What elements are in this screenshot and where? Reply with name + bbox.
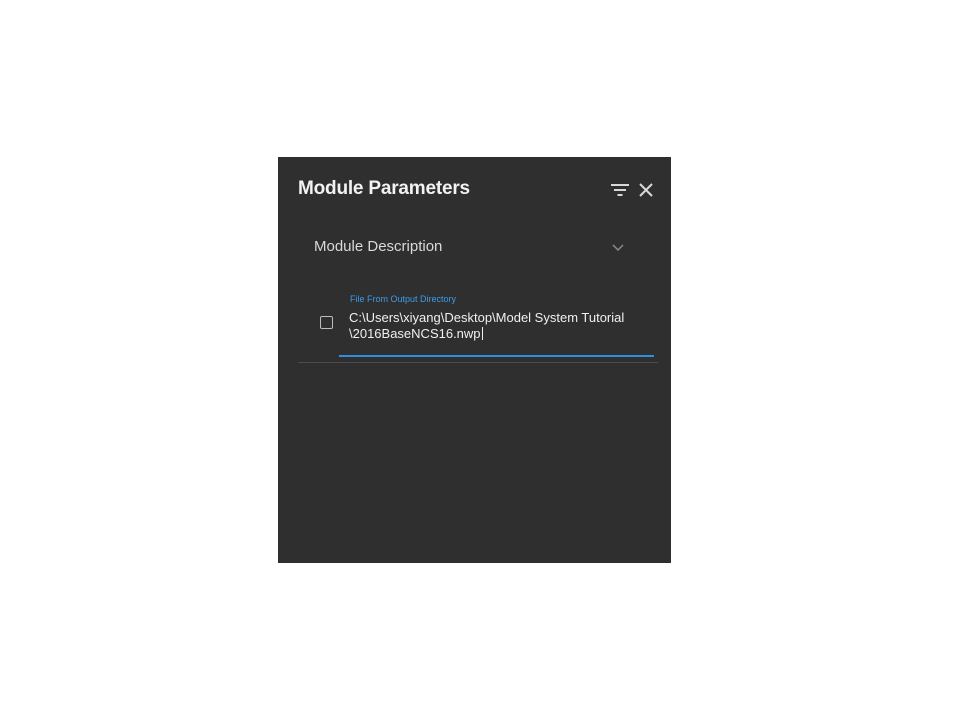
divider bbox=[298, 362, 658, 363]
chevron-down-icon bbox=[610, 239, 626, 255]
panel-header: Module Parameters bbox=[298, 177, 657, 205]
parameter-checkbox[interactable] bbox=[320, 316, 333, 329]
filter-icon[interactable] bbox=[609, 179, 631, 201]
file-path-field-label: File From Output Directory bbox=[350, 294, 457, 304]
module-description-expander[interactable]: Module Description bbox=[314, 235, 626, 259]
file-path-value: C:\Users\xiyang\Desktop\Model System Tut… bbox=[349, 310, 625, 341]
header-actions bbox=[609, 179, 657, 201]
file-path-field[interactable]: File From Output Directory C:\Users\xiya… bbox=[339, 291, 654, 357]
close-icon[interactable] bbox=[635, 179, 657, 201]
text-caret bbox=[481, 327, 483, 340]
module-parameters-panel: Module Parameters Module Description Fil… bbox=[278, 157, 671, 563]
file-path-input[interactable]: C:\Users\xiyang\Desktop\Model System Tut… bbox=[349, 310, 649, 342]
panel-title: Module Parameters bbox=[298, 178, 470, 199]
module-description-label: Module Description bbox=[314, 238, 443, 255]
parameter-row: File From Output Directory C:\Users\xiya… bbox=[298, 291, 658, 363]
